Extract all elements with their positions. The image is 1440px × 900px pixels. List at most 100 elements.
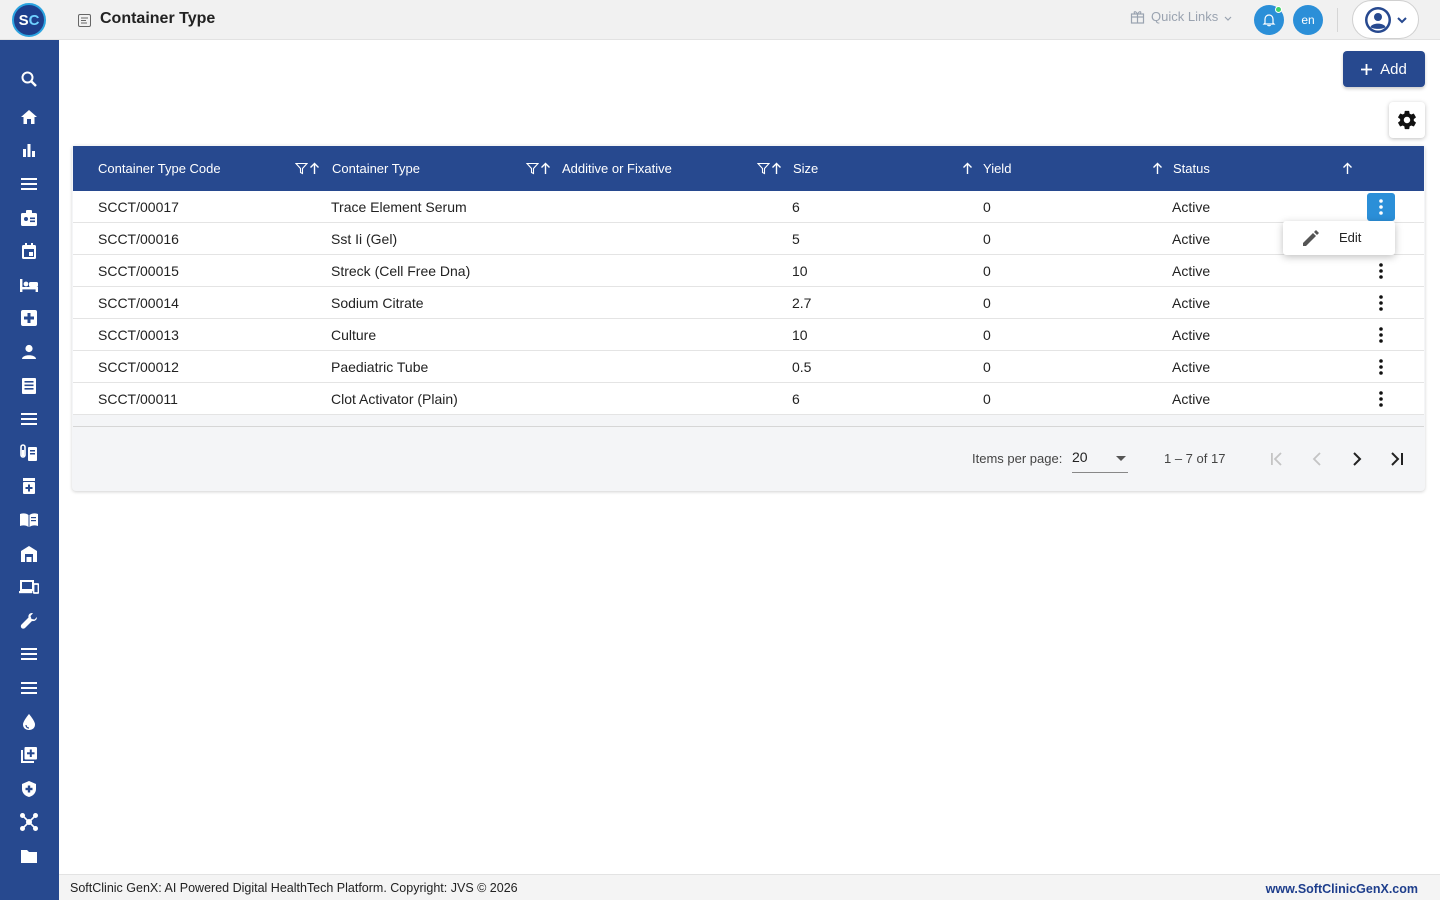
table-row[interactable]: SCCT/00017 Trace Element Serum 6 0 Activ… — [73, 191, 1424, 223]
row-actions-button[interactable] — [1367, 257, 1395, 285]
add-button[interactable]: Add — [1343, 51, 1425, 87]
store-icon[interactable] — [18, 543, 40, 565]
column-code-controls[interactable] — [295, 146, 320, 191]
row-actions-button[interactable] — [1367, 193, 1395, 221]
column-additive-controls[interactable] — [757, 146, 782, 191]
folder-icon[interactable] — [18, 845, 40, 867]
language-button[interactable]: en — [1293, 5, 1323, 35]
book-icon[interactable] — [18, 509, 40, 531]
sort-arrow-up-icon[interactable] — [962, 162, 973, 175]
cell-status: Active — [1172, 263, 1211, 279]
more-vertical-icon — [1379, 199, 1383, 215]
last-page-button[interactable] — [1381, 443, 1413, 475]
sort-arrow-up-icon[interactable] — [1342, 162, 1353, 175]
column-header-yield[interactable]: Yield — [983, 146, 1011, 191]
menu-item-edit[interactable]: Edit — [1339, 230, 1361, 245]
sort-arrow-up-icon[interactable] — [540, 162, 551, 175]
more-vertical-icon — [1379, 359, 1383, 375]
cell-code: SCCT/00016 — [98, 231, 179, 247]
cell-size: 0.5 — [792, 359, 812, 375]
table-row[interactable]: SCCT/00014 Sodium Citrate 2.7 0 Active — [73, 287, 1424, 319]
row-actions-button[interactable] — [1367, 385, 1395, 413]
cell-yield: 0 — [983, 295, 991, 311]
column-size-controls[interactable] — [962, 146, 973, 191]
filter-icon[interactable] — [526, 162, 539, 175]
add-button-label: Add — [1380, 60, 1407, 78]
cell-type: Paediatric Tube — [331, 359, 429, 375]
column-status-controls[interactable] — [1342, 146, 1353, 191]
next-page-button[interactable] — [1341, 443, 1373, 475]
page-title: Container Type — [100, 10, 216, 27]
cell-code: SCCT/00014 — [98, 295, 179, 311]
column-header-size[interactable]: Size — [793, 146, 818, 191]
search-icon[interactable] — [18, 68, 40, 90]
column-header-additive[interactable]: Additive or Fixative — [562, 146, 672, 191]
row-actions-button[interactable] — [1367, 289, 1395, 317]
column-type-controls[interactable] — [526, 146, 551, 191]
table-row[interactable]: SCCT/00015 Streck (Cell Free Dna) 10 0 A… — [73, 255, 1424, 287]
dropdown-caret-icon — [1116, 456, 1126, 461]
wrench-icon[interactable] — [18, 610, 40, 632]
column-header-type[interactable]: Container Type — [332, 146, 420, 191]
calendar-icon[interactable] — [18, 240, 40, 262]
bar-chart-icon[interactable] — [18, 139, 40, 161]
menu-icon[interactable] — [18, 408, 40, 430]
column-yield-controls[interactable] — [1152, 146, 1163, 191]
first-page-button[interactable] — [1261, 443, 1293, 475]
more-vertical-icon — [1379, 327, 1383, 343]
menu-icon[interactable] — [18, 643, 40, 665]
cell-size: 2.7 — [792, 295, 812, 311]
blood-drop-icon[interactable] — [18, 711, 40, 733]
app-logo[interactable]: SC — [12, 3, 46, 37]
table-row[interactable]: SCCT/00016 Sst Ii (Gel) 5 0 Active — [73, 223, 1424, 255]
previous-page-button[interactable] — [1301, 443, 1333, 475]
topbar-divider — [1337, 8, 1338, 32]
home-icon[interactable] — [18, 106, 40, 128]
cell-status: Active — [1172, 199, 1211, 215]
table-settings-button[interactable] — [1389, 102, 1425, 138]
cell-size: 5 — [792, 231, 800, 247]
page-icon — [78, 14, 91, 27]
person-icon[interactable] — [18, 341, 40, 363]
molecule-icon[interactable] — [18, 811, 40, 833]
bed-icon[interactable] — [18, 274, 40, 296]
sort-arrow-up-icon[interactable] — [1152, 162, 1163, 175]
items-per-page-select[interactable]: 20 — [1072, 447, 1128, 473]
menu-icon[interactable] — [18, 677, 40, 699]
notifications-button[interactable] — [1254, 5, 1284, 35]
gift-icon — [1130, 11, 1145, 24]
notification-dot — [1275, 6, 1282, 13]
more-vertical-icon — [1379, 391, 1383, 407]
filter-icon[interactable] — [757, 162, 770, 175]
cell-type: Clot Activator (Plain) — [331, 391, 458, 407]
profile-menu-button[interactable] — [1352, 0, 1419, 39]
chevron-left-icon — [1312, 452, 1321, 466]
website-link[interactable]: www.SoftClinicGenX.com — [1266, 882, 1418, 896]
bell-icon — [1262, 14, 1276, 27]
row-actions-button[interactable] — [1367, 353, 1395, 381]
column-header-status[interactable]: Status — [1173, 146, 1210, 191]
add-library-icon[interactable] — [18, 744, 40, 766]
devices-icon[interactable] — [18, 576, 40, 598]
table-row[interactable]: SCCT/00012 Paediatric Tube 0.5 0 Active — [73, 351, 1424, 383]
lab-tube-icon[interactable] — [18, 442, 40, 464]
cell-yield: 0 — [983, 263, 991, 279]
cell-status: Active — [1172, 231, 1211, 247]
filter-icon[interactable] — [295, 162, 308, 175]
row-actions-button[interactable] — [1367, 321, 1395, 349]
list-document-icon[interactable] — [18, 375, 40, 397]
medical-cross-icon[interactable] — [18, 307, 40, 329]
menu-icon[interactable] — [18, 173, 40, 195]
shield-icon[interactable] — [18, 778, 40, 800]
table-row[interactable]: SCCT/00011 Clot Activator (Plain) 6 0 Ac… — [73, 383, 1424, 415]
items-per-page-value: 20 — [1072, 449, 1088, 465]
id-badge-icon[interactable] — [18, 207, 40, 229]
sort-arrow-up-icon[interactable] — [771, 162, 782, 175]
table-row[interactable]: SCCT/00013 Culture 10 0 Active — [73, 319, 1424, 351]
quick-links-menu[interactable]: Quick Links — [1130, 9, 1232, 24]
more-vertical-icon — [1379, 295, 1383, 311]
pill-bottle-icon[interactable] — [18, 475, 40, 497]
cell-yield: 0 — [983, 327, 991, 343]
sort-arrow-up-icon[interactable] — [309, 162, 320, 175]
column-header-code[interactable]: Container Type Code — [98, 146, 221, 191]
